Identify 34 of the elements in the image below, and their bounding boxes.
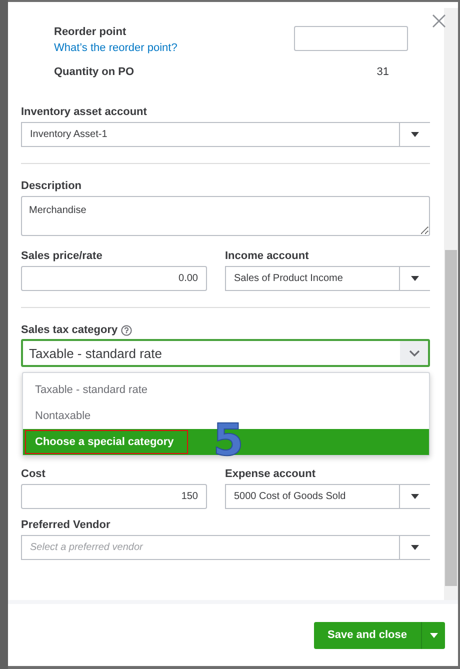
help-link[interactable]: What’s the reorder point? <box>54 42 276 54</box>
close-icon[interactable] <box>432 14 446 28</box>
scrollbar[interactable] <box>444 8 458 600</box>
field-label: Cost <box>21 468 46 480</box>
dropdown-field[interactable]: Sales of Product Income <box>225 266 430 291</box>
dropdown-field[interactable]: Inventory Asset-1 <box>21 122 430 147</box>
save-options-button[interactable] <box>421 622 445 648</box>
help-icon[interactable] <box>120 324 132 336</box>
quantity-value: 31 <box>376 66 389 80</box>
caret-icon <box>411 545 419 550</box>
menu-option[interactable]: Nontaxable <box>25 404 105 428</box>
scrollbar-thumb[interactable] <box>445 250 457 586</box>
field-label: Expense account <box>225 468 316 480</box>
description-field[interactable]: Merchandise <box>21 196 430 236</box>
field-label: Reorder point <box>54 26 128 38</box>
field-label: Preferred Vendor <box>21 519 112 531</box>
reorder-point-field[interactable] <box>294 26 408 51</box>
step-number: 5 <box>213 415 244 466</box>
sales-price-field[interactable]: 0.00 <box>21 266 207 291</box>
menu-option[interactable]: Taxable - standard rate <box>25 378 162 402</box>
caret-icon <box>411 494 419 499</box>
field-label: Income account <box>225 250 310 262</box>
tax-category-select[interactable]: Taxable - standard rate <box>21 339 430 367</box>
caret-icon <box>411 132 419 137</box>
field-label: Quantity on PO <box>54 66 134 78</box>
cost-field[interactable]: 150 <box>21 484 207 509</box>
field-label: Description <box>21 180 83 192</box>
field-label: Sales price/rate <box>21 250 104 262</box>
field-label: Inventory asset account <box>21 106 148 118</box>
caret-icon <box>411 276 419 281</box>
chevron-icon[interactable] <box>400 341 428 365</box>
dropdown-field[interactable]: 5000 Cost of Goods Sold <box>225 484 430 509</box>
field-label: Sales tax category <box>21 324 118 336</box>
caret-icon <box>430 632 438 638</box>
